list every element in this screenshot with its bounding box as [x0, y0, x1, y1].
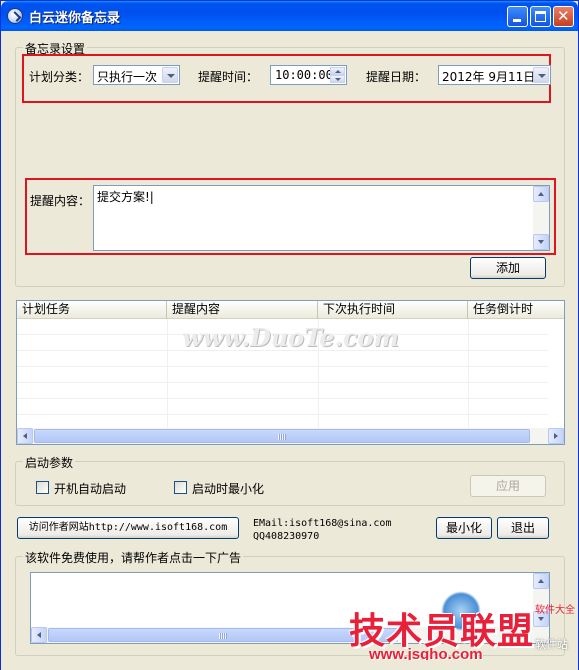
calendar-dropdown-icon[interactable]: [533, 67, 549, 83]
minimize-on-start-label[interactable]: 启动时最小化: [192, 480, 264, 497]
author-email: EMail:isoft168@sina.com: [253, 518, 392, 529]
column-header-task[interactable]: 计划任务: [17, 301, 167, 319]
table-row[interactable]: [17, 399, 548, 415]
ad-vscrollbar[interactable]: [533, 573, 549, 627]
watermark-text: www.DuoTe.com: [182, 323, 399, 352]
scroll-down-icon[interactable]: [533, 234, 549, 250]
close-window-button[interactable]: ✕: [553, 6, 574, 27]
task-list-header: 计划任务 提醒内容 下次执行时间 任务倒计时: [17, 301, 564, 319]
exit-button[interactable]: 退出: [497, 517, 549, 539]
minimize-icon: [513, 19, 521, 22]
scroll-thumb[interactable]: [48, 628, 398, 642]
app-icon: [7, 8, 23, 24]
chevron-down-icon[interactable]: [162, 67, 178, 83]
title-bar[interactable]: 白云迷你备忘录 ✕: [1, 1, 578, 31]
scroll-left-icon[interactable]: [17, 428, 33, 444]
minimize-button[interactable]: 最小化: [436, 517, 492, 539]
autostart-checkbox[interactable]: [36, 481, 49, 494]
visit-author-website-button[interactable]: 访问作者网站http://www.isoft168.com: [17, 517, 239, 539]
category-select[interactable]: 只执行一次: [93, 65, 180, 85]
apply-button[interactable]: 应用: [470, 475, 546, 497]
spin-down-icon[interactable]: [330, 75, 345, 83]
maximize-window-button[interactable]: [530, 6, 551, 27]
maximize-icon: [535, 11, 546, 22]
ad-group-title: 该软件免费使用，请帮作者点击一下广告: [23, 549, 244, 566]
window-bottom-border: [1, 660, 578, 670]
category-label: 计划分类：: [29, 70, 90, 84]
column-header-next-time[interactable]: 下次执行时间: [318, 301, 468, 319]
content-text: 提交方案!|: [97, 190, 154, 204]
close-icon: ✕: [557, 7, 570, 25]
minimize-on-start-checkbox[interactable]: [174, 481, 187, 494]
table-row[interactable]: [17, 351, 548, 367]
spin-up-icon[interactable]: [330, 67, 345, 75]
ad-logo-small-2: 软件站: [535, 638, 568, 651]
content-textarea[interactable]: 提交方案!|: [93, 185, 550, 251]
time-value: 10:00:00: [275, 68, 333, 82]
add-button[interactable]: 添加: [470, 257, 546, 279]
minimize-window-button[interactable]: [507, 6, 528, 27]
scroll-right-icon[interactable]: [548, 428, 564, 444]
scroll-up-icon[interactable]: [533, 573, 549, 589]
task-list[interactable]: 计划任务 提醒内容 下次执行时间 任务倒计时 www.DuoTe.com: [16, 300, 565, 445]
app-window: 白云迷你备忘录 ✕ 备忘录设置 计划分类： 只执行一次 提醒时间： 10:00:…: [0, 0, 579, 670]
window-title: 白云迷你备忘录: [29, 11, 121, 26]
content-scrollbar[interactable]: [533, 186, 549, 250]
autostart-label[interactable]: 开机自动启动: [54, 480, 126, 497]
date-label: 提醒日期：: [366, 70, 427, 84]
ad-logo-small: 软件大全: [535, 605, 575, 616]
date-picker[interactable]: 2012年 9月11日: [438, 65, 551, 85]
time-label: 提醒时间：: [198, 70, 259, 84]
scroll-thumb[interactable]: [34, 429, 530, 443]
column-header-content[interactable]: 提醒内容: [167, 301, 318, 319]
scroll-up-icon[interactable]: [533, 186, 549, 202]
column-header-countdown[interactable]: 任务倒计时: [468, 301, 564, 319]
author-qq: QQ408230970: [253, 531, 320, 542]
table-row[interactable]: [17, 383, 548, 399]
category-value: 只执行一次: [97, 70, 158, 84]
spinner-arrows: [330, 67, 345, 83]
time-spinner[interactable]: 10:00:00: [270, 65, 347, 85]
content-label: 提醒内容：: [30, 194, 91, 208]
date-value: 2012年 9月11日: [442, 70, 536, 84]
table-row[interactable]: [17, 367, 548, 383]
task-list-hscrollbar[interactable]: [17, 428, 564, 444]
startup-group-title: 启动参数: [23, 454, 76, 471]
scroll-left-icon[interactable]: [31, 627, 47, 643]
